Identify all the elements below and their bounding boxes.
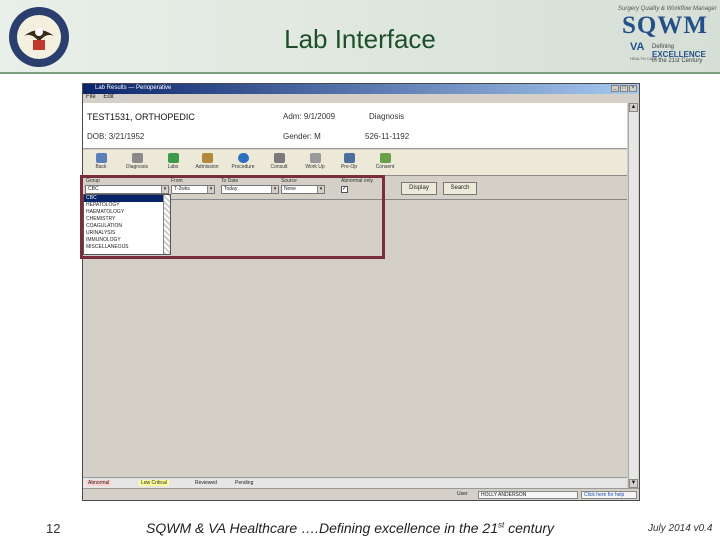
legend-abnormal: Abnormal	[86, 480, 112, 486]
menu-bar: File Edit	[83, 94, 639, 103]
user-field: HOLLY ANDERSON	[478, 491, 578, 499]
legend-low-critical: Low Critical	[139, 480, 169, 486]
window-controls: _ □ ×	[611, 85, 637, 92]
callout-highlight-box	[80, 175, 385, 259]
admission-icon	[201, 153, 213, 163]
patient-ssn: 526-11-1192	[365, 132, 410, 141]
consult-icon	[273, 153, 285, 163]
admission-button[interactable]: Admission	[193, 152, 221, 174]
back-button[interactable]: Back	[87, 152, 115, 174]
minimize-button[interactable]: _	[611, 85, 619, 92]
workup-icon	[309, 153, 321, 163]
page-number: 12	[46, 521, 61, 536]
labs-icon	[167, 153, 179, 163]
sqwm-logo: SQWM	[622, 12, 708, 39]
maximize-button[interactable]: □	[620, 85, 628, 92]
window-footer: User HOLLY ANDERSON Click here for help	[83, 488, 639, 500]
legend-pending: Pending	[235, 480, 254, 486]
module-toolbar: Back Diagnosis Labs Admission Procedure …	[83, 150, 627, 176]
consent-icon	[379, 153, 391, 163]
preop-button[interactable]: Pre-Op	[335, 152, 363, 174]
diagnosis-button[interactable]: Diagnosis	[123, 152, 151, 174]
scroll-down-icon[interactable]: ▼	[629, 479, 638, 488]
slide-title: Lab Interface	[284, 24, 436, 54]
vertical-scrollbar[interactable]: ▲ ▼	[628, 103, 638, 500]
workup-button[interactable]: Work Up	[301, 152, 329, 174]
patient-banner: TEST1531, ORTHOPEDIC DOB: 3/21/1952 Adm:…	[83, 103, 627, 149]
consult-button[interactable]: Consult	[265, 152, 293, 174]
excellence-text: EXCELLENCE	[652, 50, 706, 59]
close-button[interactable]: ×	[629, 85, 637, 92]
window-titlebar[interactable]: Lab Results — Perioperative _ □ ×	[83, 84, 639, 94]
century-text: in the 21st Century	[652, 58, 703, 64]
window-title: Lab Results — Perioperative	[95, 85, 172, 91]
labs-button[interactable]: Labs	[159, 152, 187, 174]
patient-gender: Gender: M	[283, 132, 321, 141]
patient-admit: Adm: 9/1/2009	[283, 112, 336, 121]
menu-file[interactable]: File	[86, 94, 96, 100]
footer-text: SQWM & VA Healthcare ….Defining excellen…	[146, 520, 555, 536]
procedure-icon	[237, 153, 249, 163]
consent-button[interactable]: Consent	[371, 152, 399, 174]
excellence-block: Defining EXCELLENCE in the 21st Century	[652, 44, 706, 65]
patient-dob: DOB: 3/21/1952	[87, 132, 145, 141]
status-legend: Abnormal Low Critical Reviewed Pending	[83, 477, 627, 488]
va-logo: VA	[630, 41, 645, 53]
patient-diagnosis[interactable]: Diagnosis	[369, 112, 404, 121]
header-rule	[0, 72, 720, 74]
scroll-up-icon[interactable]: ▲	[629, 103, 638, 112]
search-button[interactable]: Search	[443, 182, 477, 195]
cprs-window: Lab Results — Perioperative _ □ × File E…	[82, 83, 640, 501]
preop-icon	[343, 153, 355, 163]
menu-edit[interactable]: Edit	[103, 94, 113, 100]
back-icon	[95, 153, 107, 163]
procedure-button[interactable]: Procedure	[229, 152, 257, 174]
user-label: User	[457, 491, 468, 497]
diagnosis-icon	[131, 153, 143, 163]
legend-reviewed: Reviewed	[195, 480, 217, 486]
display-button[interactable]: Display	[401, 182, 437, 195]
help-link[interactable]: Click here for help	[581, 491, 637, 499]
patient-name: TEST1531, ORTHOPEDIC	[87, 112, 195, 122]
footer-date: July 2014 v0.4	[648, 523, 713, 534]
